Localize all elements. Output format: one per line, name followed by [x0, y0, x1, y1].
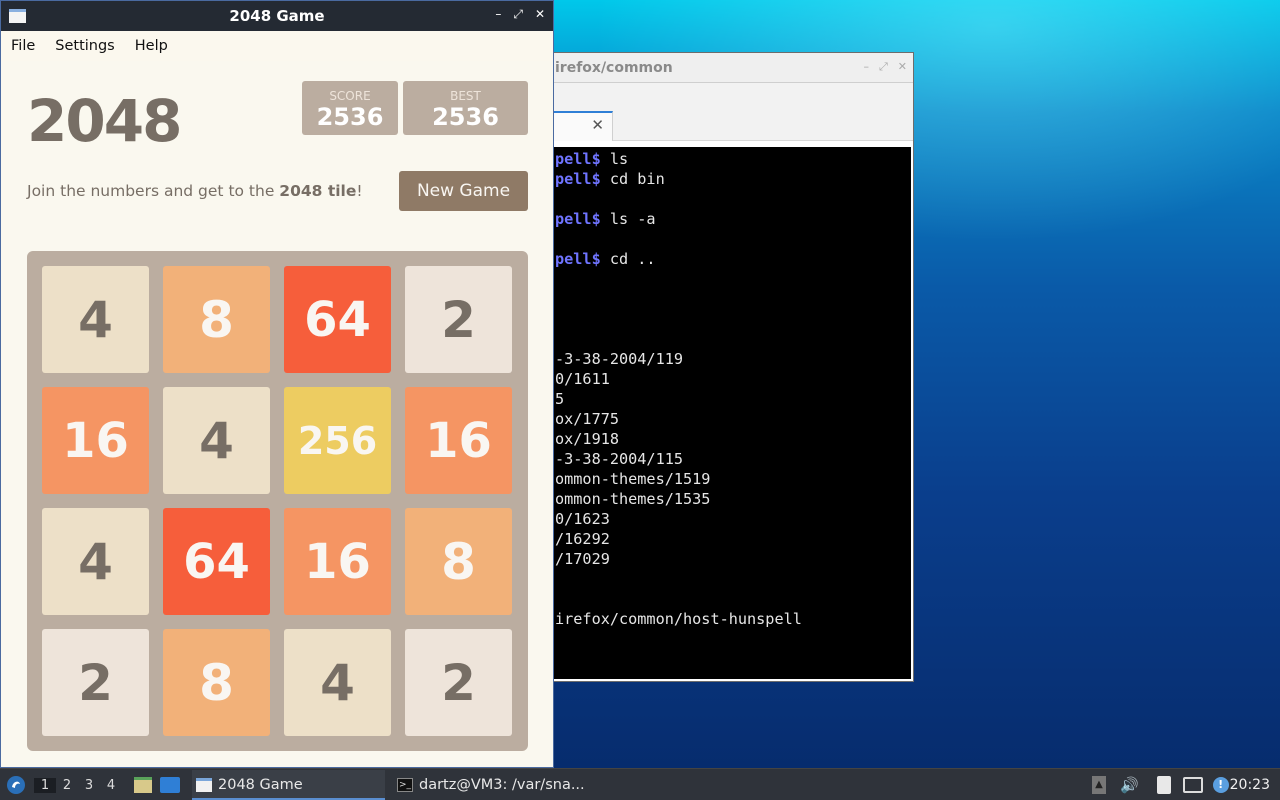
- terminal-line: 0/1611: [555, 370, 610, 388]
- workspace-2[interactable]: 2: [56, 778, 78, 793]
- best-box: BEST 2536: [403, 81, 528, 135]
- tile-64: 64: [284, 266, 391, 373]
- terminal-line: -3-38-2004/115: [555, 450, 684, 468]
- terminal-line: /17029: [555, 550, 610, 568]
- workspace-4[interactable]: 4: [100, 778, 122, 793]
- game-title: 2048: [27, 87, 182, 155]
- close-icon[interactable]: ✕: [898, 60, 907, 74]
- volume-icon[interactable]: 🔊: [1120, 776, 1139, 794]
- menu-help[interactable]: Help: [135, 38, 168, 54]
- task-2048-game[interactable]: 2048 Game: [192, 770, 385, 800]
- maximize-icon[interactable]: ⤢: [879, 60, 888, 74]
- terminal-tabbar: ✕: [549, 83, 913, 141]
- close-icon[interactable]: ✕: [535, 7, 545, 22]
- terminal-line: -3-38-2004/119: [555, 350, 684, 368]
- terminal-line: pell$ ls: [555, 150, 629, 168]
- score-label: SCORE: [329, 89, 371, 103]
- clipboard-icon[interactable]: [1156, 776, 1171, 794]
- best-label: BEST: [450, 89, 481, 103]
- maximize-icon[interactable]: ⤢: [513, 7, 523, 22]
- score-box: SCORE 2536: [302, 81, 398, 135]
- update-notifier-icon[interactable]: !: [1212, 777, 1229, 793]
- menu-file[interactable]: File: [11, 38, 35, 54]
- window-title: 2048 Game: [229, 7, 325, 25]
- terminal-line: /16292: [555, 530, 610, 548]
- tile-8: 8: [405, 508, 512, 615]
- terminal-line: pell$ cd ..: [555, 250, 656, 268]
- file-manager-icon[interactable]: [134, 777, 152, 793]
- tile-256: 256: [284, 387, 391, 494]
- terminal-window[interactable]: irefox/common – ⤢ ✕ ✕ pell$ ls pell$ cd b…: [548, 52, 914, 682]
- terminal-line: irefox/common/host-hunspell: [555, 610, 802, 628]
- tile-4: 4: [163, 387, 270, 494]
- tile-16: 16: [284, 508, 391, 615]
- terminal-line: ommon-themes/1535: [555, 490, 711, 508]
- tile-4: 4: [42, 508, 149, 615]
- terminal-line: ommon-themes/1519: [555, 470, 711, 488]
- terminal-line: ox/1918: [555, 430, 620, 448]
- taskbar: 1 2 3 4 2048 Game >_ dartz@VM3: /var/sna…: [0, 768, 1280, 800]
- new-game-button[interactable]: New Game: [399, 171, 528, 211]
- show-desktop-icon[interactable]: [160, 777, 180, 793]
- terminal-icon: >_: [397, 778, 413, 792]
- tile-2: 2: [405, 266, 512, 373]
- terminal-titlebar[interactable]: irefox/common – ⤢ ✕: [549, 53, 913, 83]
- task-terminal[interactable]: >_ dartz@VM3: /var/sna...: [393, 770, 593, 800]
- minimize-icon[interactable]: –: [495, 7, 501, 22]
- menu-settings[interactable]: Settings: [55, 38, 114, 54]
- start-menu-icon[interactable]: [6, 775, 26, 795]
- terminal-tab[interactable]: ✕: [549, 111, 613, 141]
- terminal-line: 5: [555, 390, 565, 408]
- workspace-3[interactable]: 3: [78, 778, 100, 793]
- tile-4: 4: [42, 266, 149, 373]
- network-icon[interactable]: [1182, 777, 1203, 793]
- menubar: File Settings Help: [1, 31, 553, 61]
- tile-8: 8: [163, 629, 270, 736]
- tile-64: 64: [163, 508, 270, 615]
- workspace-1[interactable]: 1: [34, 777, 56, 793]
- tile-8: 8: [163, 266, 270, 373]
- window-app-icon: [196, 778, 212, 792]
- clock[interactable]: 20:23: [1230, 777, 1270, 793]
- terminal-line: pell$ ls -a: [555, 210, 656, 228]
- terminal-output[interactable]: pell$ ls pell$ cd bin pell$ ls -a pell$ cd …: [553, 147, 911, 679]
- tile-4: 4: [284, 629, 391, 736]
- best-value: 2536: [432, 103, 499, 131]
- game-window[interactable]: 2048 Game – ⤢ ✕ File Settings Help 2048 …: [0, 0, 554, 768]
- terminal-line: 0/1623: [555, 510, 610, 528]
- tray-up-icon[interactable]: ▲: [1092, 776, 1106, 794]
- tile-2: 2: [42, 629, 149, 736]
- tab-close-icon[interactable]: ✕: [591, 116, 604, 134]
- terminal-title: irefox/common: [555, 60, 673, 76]
- game-titlebar[interactable]: 2048 Game – ⤢ ✕: [1, 1, 553, 31]
- terminal-line: pell$ cd bin: [555, 170, 665, 188]
- game-board[interactable]: 4 8 64 2 16 4 256 16 4 64 16 8 2 8 4 2: [27, 251, 528, 751]
- tile-2: 2: [405, 629, 512, 736]
- terminal-line: ox/1775: [555, 410, 620, 428]
- intro-text: Join the numbers and get to the 2048 til…: [27, 182, 363, 200]
- tile-16: 16: [42, 387, 149, 494]
- tile-16: 16: [405, 387, 512, 494]
- minimize-icon[interactable]: –: [863, 60, 869, 74]
- score-value: 2536: [316, 103, 384, 131]
